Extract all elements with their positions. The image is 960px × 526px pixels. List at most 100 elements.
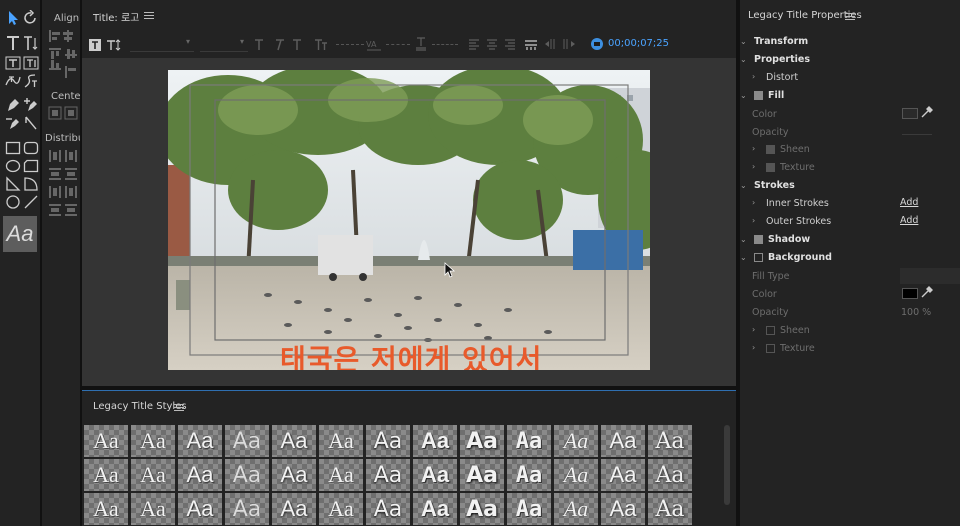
chevron-down-icon[interactable]: ⌄ [740, 55, 747, 64]
chevron-down-icon[interactable]: ⌄ [740, 181, 747, 190]
bg-texture-section[interactable]: Texture [780, 343, 815, 354]
styles-scrollbar[interactable] [724, 425, 730, 505]
texture-section[interactable]: Texture [780, 162, 815, 173]
style-swatch[interactable]: Aa [225, 425, 269, 457]
font-size-icon[interactable] [314, 38, 328, 51]
chevron-right-icon[interactable]: › [752, 343, 755, 352]
style-swatch[interactable]: Aa [648, 425, 692, 457]
leading-icon[interactable] [414, 37, 428, 51]
chevron-down-icon[interactable]: ⌄ [740, 253, 747, 262]
background-section[interactable]: Background [768, 252, 832, 263]
style-swatch[interactable]: Aa [178, 493, 222, 525]
style-swatch[interactable]: Aa [601, 459, 645, 491]
background-checkbox[interactable] [754, 253, 763, 262]
style-swatch[interactable]: Aa [319, 459, 363, 491]
strokes-section[interactable]: Strokes [754, 180, 795, 191]
style-swatch[interactable]: Aa [84, 493, 128, 525]
path-type-tool-icon[interactable] [5, 73, 21, 89]
vertical-type-tool-icon[interactable] [23, 35, 39, 51]
styles-panel-menu-icon[interactable] [174, 404, 184, 412]
pen-tool-icon[interactable] [5, 97, 21, 113]
shadow-section[interactable]: Shadow [768, 234, 810, 245]
align-left-icon[interactable] [468, 38, 480, 50]
kerning-icon[interactable]: VA [366, 38, 382, 51]
left-indent-icon[interactable] [544, 38, 558, 50]
style-swatch[interactable]: Aa [225, 459, 269, 491]
inner-strokes-section[interactable]: Inner Strokes [766, 198, 829, 209]
style-swatch[interactable]: Aa [225, 493, 269, 525]
style-swatch[interactable]: Aa [131, 459, 175, 491]
rotation-tool-icon[interactable] [23, 10, 39, 26]
area-type-tool-icon[interactable] [5, 55, 21, 71]
chevron-right-icon[interactable]: › [752, 144, 755, 153]
fill-opacity-field[interactable] [902, 134, 932, 135]
kerning-field[interactable] [336, 44, 364, 45]
type-tool-icon[interactable] [5, 35, 21, 51]
chevron-down-icon[interactable]: ⌄ [740, 37, 747, 46]
clipped-corner-tool-icon[interactable] [23, 158, 39, 174]
chevron-right-icon[interactable]: › [752, 325, 755, 334]
rounded-rectangle-tool-icon[interactable] [23, 140, 39, 156]
leading-field[interactable] [432, 44, 458, 45]
timecode-display[interactable]: 00;00;07;25 [608, 38, 669, 49]
style-swatch[interactable]: Aa [507, 459, 551, 491]
add-outer-stroke-link[interactable]: Add [900, 215, 918, 226]
fill-color-swatch[interactable] [902, 108, 918, 119]
convert-anchor-tool-icon[interactable] [23, 115, 39, 131]
shadow-checkbox[interactable] [754, 235, 763, 244]
wedge-tool-icon[interactable] [5, 176, 21, 192]
add-inner-stroke-link[interactable]: Add [900, 197, 918, 208]
bold-icon[interactable] [254, 39, 264, 51]
bg-color-swatch[interactable] [902, 288, 918, 299]
chevron-right-icon[interactable]: › [752, 198, 755, 207]
style-swatch[interactable]: Aa [648, 459, 692, 491]
chevron-down-icon[interactable]: ⌄ [740, 91, 747, 100]
style-swatch[interactable]: Aa [507, 425, 551, 457]
align-icons[interactable] [47, 28, 79, 82]
style-swatch[interactable]: Aa [601, 425, 645, 457]
style-swatch[interactable]: Aa [178, 459, 222, 491]
delete-anchor-tool-icon[interactable] [5, 115, 21, 131]
style-swatch[interactable]: Aa [366, 425, 410, 457]
style-swatch[interactable]: Aa [272, 425, 316, 457]
transform-section[interactable]: Transform [754, 36, 808, 47]
style-swatch[interactable]: Aa [413, 493, 457, 525]
vertical-area-type-tool-icon[interactable] [23, 55, 39, 71]
font-style-select[interactable]: ▾ [200, 37, 248, 52]
chevron-right-icon[interactable]: › [752, 162, 755, 171]
style-swatch[interactable]: Aa [131, 493, 175, 525]
outer-strokes-section[interactable]: Outer Strokes [766, 216, 831, 227]
right-indent-icon[interactable] [562, 38, 576, 50]
style-swatch[interactable]: Aa [272, 493, 316, 525]
style-swatch[interactable]: Aa [319, 425, 363, 457]
style-swatch[interactable]: Aa [366, 493, 410, 525]
subtitle-text[interactable]: 태국은 저에게 있어서 [280, 338, 542, 370]
center-icons[interactable] [47, 105, 79, 121]
align-right-icon[interactable] [504, 38, 516, 50]
fill-checkbox[interactable] [754, 91, 763, 100]
line-tool-icon[interactable] [23, 194, 39, 210]
style-swatch[interactable]: Aa [554, 493, 598, 525]
new-title-icon[interactable] [88, 38, 102, 52]
bg-texture-checkbox[interactable] [766, 344, 775, 353]
rectangle-tool-icon[interactable] [5, 140, 21, 156]
eyedropper-icon[interactable] [920, 105, 934, 119]
bg-sheen-checkbox[interactable] [766, 326, 775, 335]
bg-opacity-value[interactable]: 100 % [901, 307, 931, 318]
chevron-right-icon[interactable]: › [752, 72, 755, 81]
style-swatch[interactable]: Aa [648, 493, 692, 525]
properties-panel-menu-icon[interactable] [845, 13, 855, 21]
distribute-icons[interactable] [47, 148, 79, 218]
texture-checkbox[interactable] [766, 163, 775, 172]
style-swatch[interactable]: Aa [413, 459, 457, 491]
align-center-icon[interactable] [486, 38, 498, 50]
style-swatch[interactable]: Aa [178, 425, 222, 457]
bg-sheen-section[interactable]: Sheen [780, 325, 810, 336]
style-swatch[interactable]: Aa [460, 493, 504, 525]
chevron-down-icon[interactable]: ⌄ [740, 235, 747, 244]
style-swatch[interactable]: Aa [460, 425, 504, 457]
add-anchor-tool-icon[interactable] [23, 97, 39, 113]
style-swatch[interactable]: Aa [460, 459, 504, 491]
arc-tool-icon[interactable] [23, 176, 39, 192]
style-swatch[interactable]: Aa [554, 459, 598, 491]
